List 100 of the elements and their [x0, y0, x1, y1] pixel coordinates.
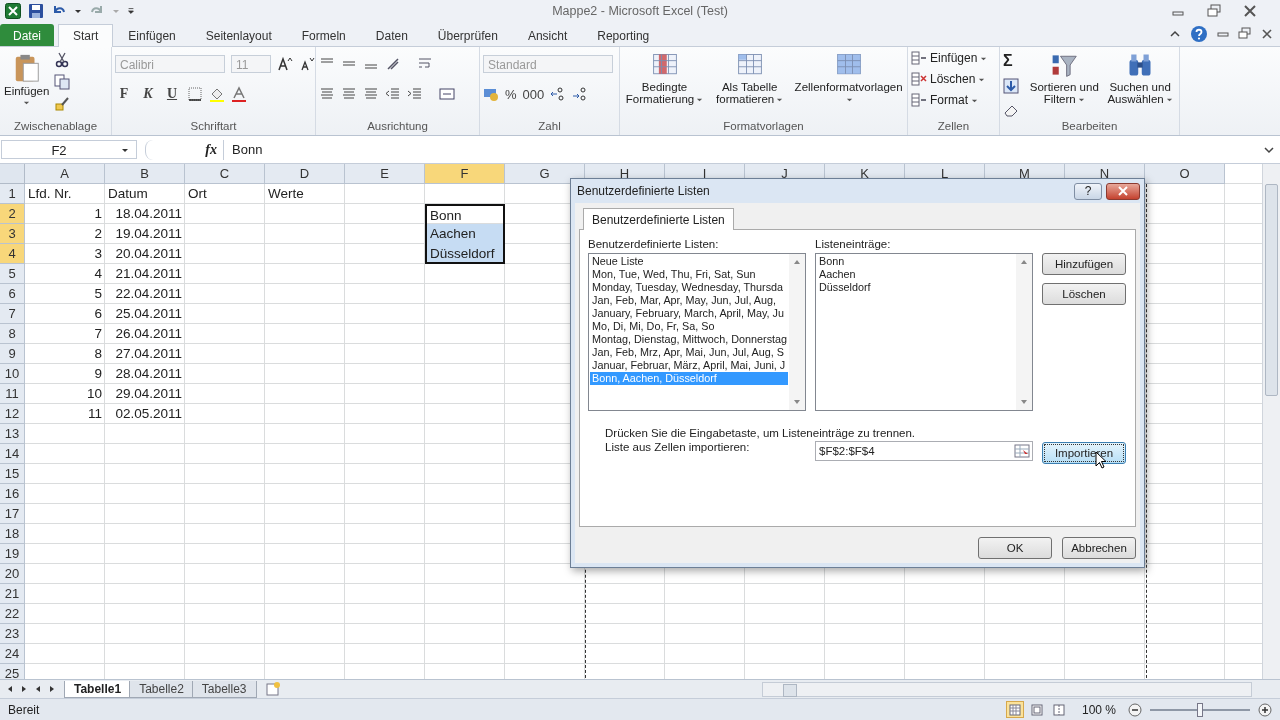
column-header[interactable]: D [265, 164, 345, 184]
ribbon-tab[interactable]: Seitenlayout [190, 24, 287, 46]
style-command-button[interactable]: Als Tabelle formatieren [710, 50, 790, 106]
column-header[interactable]: C [185, 164, 265, 184]
row-header[interactable]: 9 [0, 344, 25, 364]
row-header[interactable]: 21 [0, 584, 25, 604]
row-header[interactable]: 22 [0, 604, 25, 624]
list-item[interactable]: Januar, Februar, März, April, Mai, Juni, J [590, 359, 788, 372]
view-button[interactable] [1005, 701, 1024, 718]
caret-icon[interactable] [74, 7, 82, 15]
row-header[interactable]: 5 [0, 264, 25, 284]
row-header[interactable]: 19 [0, 544, 25, 564]
row-header[interactable]: 14 [0, 444, 25, 464]
column-header[interactable]: E [345, 164, 425, 184]
ribbon-tab[interactable]: Reporting [582, 24, 665, 46]
align-icon[interactable] [363, 86, 379, 102]
list-item[interactable]: Neue Liste [590, 255, 788, 268]
column-header[interactable]: O [1145, 164, 1225, 184]
row-header[interactable]: 4 [0, 244, 25, 264]
close-icon[interactable] [1242, 3, 1258, 19]
ribbon-tab[interactable]: Start [58, 24, 114, 47]
decrease-decimal-icon[interactable] [572, 86, 589, 102]
zoom-out-icon[interactable] [1128, 702, 1142, 717]
customize-icon[interactable] [127, 7, 135, 15]
fill-color-icon[interactable] [209, 86, 225, 102]
editing-command-button[interactable]: Suchen und Auswählen [1104, 50, 1176, 106]
cells-command-button[interactable]: Format [911, 92, 988, 108]
column-header[interactable]: G [505, 164, 585, 184]
column-header[interactable]: A [25, 164, 105, 184]
row-header[interactable]: 1 [0, 184, 25, 204]
scroll-up-icon[interactable] [793, 258, 801, 266]
fill-down-icon[interactable] [1003, 78, 1019, 94]
horizontal-scrollbar[interactable] [762, 681, 1252, 697]
list-item[interactable]: Jan, Feb, Mar, Apr, May, Jun, Jul, Aug, [590, 294, 788, 307]
list-item[interactable]: Montag, Dienstag, Mittwoch, Donnerstag [590, 333, 788, 346]
list-item[interactable]: Mo, Di, Mi, Do, Fr, Sa, So [590, 320, 788, 333]
help-button[interactable]: ? [1074, 182, 1102, 200]
align-icon[interactable] [319, 86, 335, 102]
ribbon-tab[interactable]: Formeln [286, 24, 361, 46]
import-range-field[interactable]: $F$2:$F$4 [815, 441, 1033, 461]
row-header[interactable]: 12 [0, 404, 25, 424]
ribbon-tab[interactable]: Einfügen [113, 24, 191, 46]
column-header[interactable]: F [425, 164, 505, 184]
row-header[interactable]: 6 [0, 284, 25, 304]
dialog-button[interactable]: Abbrechen [1062, 537, 1136, 559]
help-icon[interactable] [1190, 25, 1208, 43]
merge-cells-icon[interactable] [439, 86, 455, 102]
row-header[interactable]: 20 [0, 564, 25, 584]
vertical-scrollbar[interactable] [1262, 164, 1280, 679]
editing-command-button[interactable]: Sortieren und Filtern [1028, 50, 1101, 106]
close-button[interactable] [1106, 182, 1140, 200]
list-item[interactable]: Jan, Feb, Mrz, Apr, Mai, Jun, Jul, Aug, S [590, 346, 788, 359]
sheet-tab[interactable]: Tabelle1 [64, 680, 132, 698]
cut-icon[interactable] [54, 52, 71, 68]
column-header[interactable]: B [105, 164, 185, 184]
list-entries-box[interactable]: Bonn Aachen Düsseldorf [815, 253, 1033, 411]
list-item[interactable]: January, February, March, April, May, Ju [590, 307, 788, 320]
row-header[interactable]: 23 [0, 624, 25, 644]
row-header[interactable]: 15 [0, 464, 25, 484]
shrink-font-icon[interactable] [299, 56, 315, 72]
sheet-tab[interactable]: Tabelle3 [191, 680, 257, 698]
dialog-tab[interactable]: Benutzerdefinierte Listen [583, 208, 734, 230]
style-command-button[interactable]: Bedingte Formatierung [623, 50, 707, 106]
scroll-down-icon[interactable] [1020, 398, 1028, 406]
align-icon[interactable] [341, 86, 357, 102]
copy-icon[interactable] [54, 74, 71, 90]
save-icon[interactable] [28, 3, 44, 19]
import-button[interactable]: Importieren [1042, 442, 1126, 464]
zoom-level[interactable]: 100 % [1081, 702, 1116, 717]
dialog-button[interactable]: Löschen [1042, 283, 1126, 305]
border-icon[interactable] [187, 86, 203, 102]
font-color-icon[interactable] [231, 86, 247, 102]
cells-command-button[interactable]: Einfügen [911, 50, 988, 66]
dialog-button[interactable]: OK [978, 537, 1052, 559]
row-header[interactable]: 25 [0, 664, 25, 679]
name-box[interactable]: F2 [1, 140, 137, 159]
zoom-slider-thumb[interactable] [1197, 702, 1203, 717]
cells-command-button[interactable]: Löschen [911, 71, 988, 87]
row-header[interactable]: 2 [0, 204, 25, 224]
autosum-button[interactable]: Σ [1003, 52, 1025, 70]
style-command-button[interactable]: Zellenformatvorlagen [793, 50, 904, 106]
sheet-tab[interactable]: Tabelle2 [129, 680, 194, 698]
ribbon-tab[interactable]: Datei [0, 24, 54, 46]
restore-icon[interactable] [1238, 27, 1252, 41]
row-header[interactable]: 11 [0, 384, 25, 404]
grow-font-icon[interactable] [277, 56, 293, 72]
scroll-down-icon[interactable] [793, 398, 801, 406]
dialog-button[interactable]: Hinzufügen [1042, 253, 1126, 275]
paste-button[interactable]: Einfügen [3, 50, 51, 107]
range-select-icon[interactable] [1014, 443, 1030, 459]
row-header[interactable]: 7 [0, 304, 25, 324]
list-item[interactable]: Mon, Tue, Wed, Thu, Fri, Sat, Sun [590, 268, 788, 281]
formula-field[interactable]: Bonn [223, 139, 1258, 160]
row-header[interactable]: 13 [0, 424, 25, 444]
zoom-in-icon[interactable] [1258, 702, 1272, 717]
outdent-icon[interactable] [385, 86, 401, 102]
format-painter-icon[interactable] [54, 96, 71, 112]
row-header[interactable]: 10 [0, 364, 25, 384]
row-header[interactable]: 24 [0, 644, 25, 664]
new-sheet-icon[interactable] [264, 681, 281, 697]
